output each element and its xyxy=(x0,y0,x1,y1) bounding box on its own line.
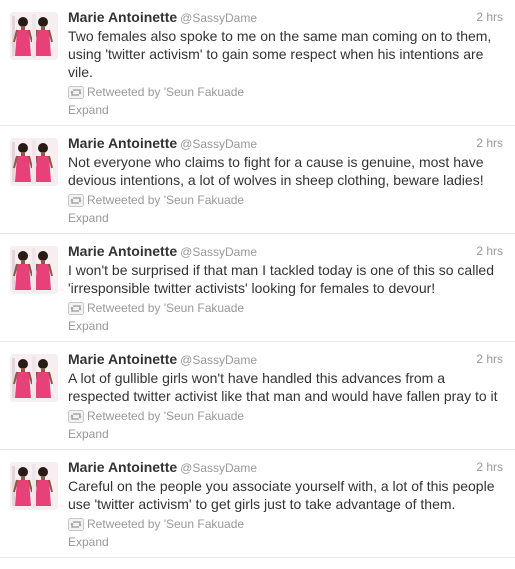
expand-link[interactable]: Expand xyxy=(68,101,503,125)
tweet[interactable]: Marie Antoinette @SassyDame 2 hrs Not eve… xyxy=(0,126,515,234)
profile-photo-icon xyxy=(10,462,58,510)
expand-link[interactable]: Expand xyxy=(68,533,503,557)
author-handle[interactable]: @SassyDame xyxy=(180,461,257,475)
author-handle[interactable]: @SassyDame xyxy=(180,11,257,25)
tweet[interactable]: Marie Antoinette @SassyDame 2 hrs Careful… xyxy=(0,450,515,558)
tweet-text: I won't be surprised if that man I tackl… xyxy=(68,262,495,296)
avatar[interactable] xyxy=(10,12,58,60)
expand-link[interactable]: Expand xyxy=(68,317,503,341)
tweet[interactable]: Marie Antoinette @SassyDame 2 hrs Two fem… xyxy=(0,0,515,126)
retweeted-by-label[interactable]: Retweeted by 'Seun Fakuade xyxy=(87,517,244,531)
avatar[interactable] xyxy=(10,462,58,510)
profile-photo-icon xyxy=(10,354,58,402)
author-name[interactable]: Marie Antoinette xyxy=(68,135,177,151)
tweet[interactable]: Marie Antoinette @SassyDame 2 hrs A lot o… xyxy=(0,342,515,450)
tweet-timestamp[interactable]: 2 hrs xyxy=(476,243,503,260)
tweet-text: Two females also spoke to me on the same… xyxy=(68,28,492,80)
expand-link[interactable]: Expand xyxy=(68,425,503,449)
retweet-info: Retweeted by 'Seun Fakuade xyxy=(68,299,503,317)
author-handle[interactable]: @SassyDame xyxy=(180,245,257,259)
retweet-info: Retweeted by 'Seun Fakuade xyxy=(68,515,503,533)
avatar[interactable] xyxy=(10,246,58,294)
retweeted-by-label[interactable]: Retweeted by 'Seun Fakuade xyxy=(87,409,244,423)
tweet-timeline: Marie Antoinette @SassyDame 2 hrs Two fem… xyxy=(0,0,515,558)
retweet-info: Retweeted by 'Seun Fakuade xyxy=(68,191,503,209)
retweeted-by-label[interactable]: Retweeted by 'Seun Fakuade xyxy=(87,301,244,315)
tweet-text: Not everyone who claims to fight for a c… xyxy=(68,154,484,188)
author-name[interactable]: Marie Antoinette xyxy=(68,243,177,259)
author-name[interactable]: Marie Antoinette xyxy=(68,459,177,475)
profile-photo-icon xyxy=(10,12,58,60)
tweet-text: Careful on the people you associate your… xyxy=(68,478,495,512)
retweeted-by-label[interactable]: Retweeted by 'Seun Fakuade xyxy=(87,193,244,207)
author-name[interactable]: Marie Antoinette xyxy=(68,351,177,367)
profile-photo-icon xyxy=(10,138,58,186)
tweet-timestamp[interactable]: 2 hrs xyxy=(476,351,503,368)
avatar[interactable] xyxy=(10,354,58,402)
author-handle[interactable]: @SassyDame xyxy=(180,353,257,367)
retweet-info: Retweeted by 'Seun Fakuade xyxy=(68,407,503,425)
author-handle[interactable]: @SassyDame xyxy=(180,137,257,151)
tweet-timestamp[interactable]: 2 hrs xyxy=(476,135,503,152)
tweet-timestamp[interactable]: 2 hrs xyxy=(476,459,503,476)
avatar[interactable] xyxy=(10,138,58,186)
retweeted-by-label[interactable]: Retweeted by 'Seun Fakuade xyxy=(87,85,244,99)
author-name[interactable]: Marie Antoinette xyxy=(68,9,177,25)
profile-photo-icon xyxy=(10,246,58,294)
tweet[interactable]: Marie Antoinette @SassyDame 2 hrs I won't… xyxy=(0,234,515,342)
tweet-timestamp[interactable]: 2 hrs xyxy=(476,9,503,26)
tweet-text: A lot of gullible girls won't have handl… xyxy=(68,370,498,404)
expand-link[interactable]: Expand xyxy=(68,209,503,233)
retweet-info: Retweeted by 'Seun Fakuade xyxy=(68,83,503,101)
